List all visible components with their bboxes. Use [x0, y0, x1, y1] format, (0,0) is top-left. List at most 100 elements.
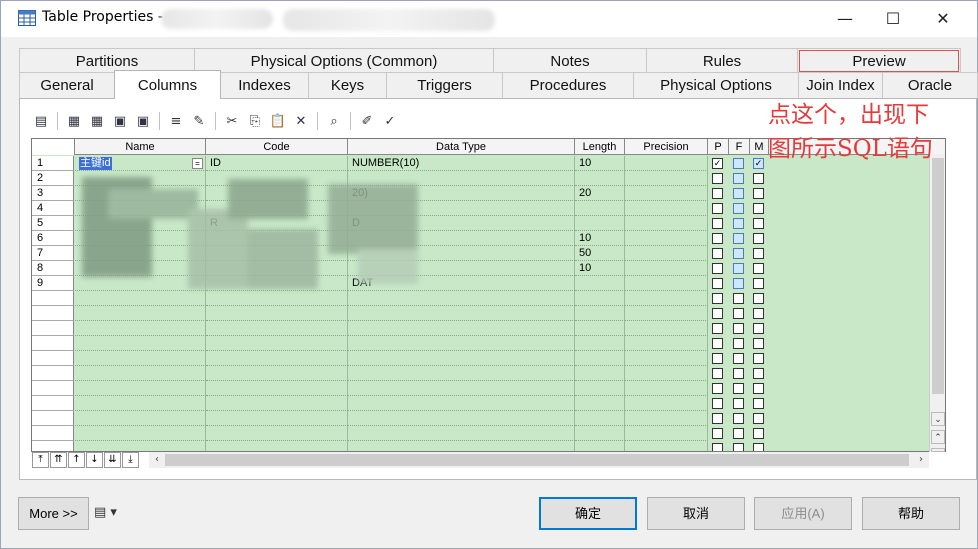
scroll-left-icon[interactable]: ‹ — [149, 452, 165, 468]
checkbox-m[interactable] — [753, 353, 764, 364]
row-number[interactable]: 8 — [32, 261, 74, 276]
cell-name[interactable] — [75, 291, 206, 306]
cell-length[interactable] — [575, 291, 625, 306]
checkbox-f[interactable] — [733, 293, 744, 304]
cell-name[interactable] — [75, 366, 206, 381]
tab-columns[interactable]: Columns — [114, 70, 221, 99]
row-number[interactable] — [32, 426, 74, 441]
checkbox-m[interactable] — [753, 263, 764, 274]
row-number[interactable]: 7 — [32, 246, 74, 261]
scroll-right-icon[interactable]: › — [913, 452, 929, 468]
checkbox-p[interactable] — [712, 203, 723, 214]
checkbox-p[interactable] — [712, 188, 723, 199]
cell-name[interactable] — [75, 381, 206, 396]
table-row[interactable] — [32, 396, 945, 411]
checkbox-p[interactable] — [712, 278, 723, 289]
cell-type[interactable] — [348, 441, 575, 451]
checkbox-p[interactable] — [712, 293, 723, 304]
cell-code[interactable] — [206, 366, 348, 381]
cell-precision[interactable] — [625, 216, 708, 231]
cell-precision[interactable] — [625, 156, 708, 171]
checkbox-f[interactable] — [733, 263, 744, 274]
cell-precision[interactable] — [625, 261, 708, 276]
checkbox-f[interactable] — [733, 368, 744, 379]
tab-triggers[interactable]: Triggers — [386, 72, 503, 98]
columns-grid[interactable]: Name Code Data Type Length Precision P F… — [31, 138, 946, 452]
checkbox-m[interactable] — [753, 173, 764, 184]
checkbox-m[interactable] — [753, 338, 764, 349]
checkbox-p[interactable] — [712, 248, 723, 259]
cell-type[interactable] — [348, 426, 575, 441]
row-number[interactable]: 3 — [32, 186, 74, 201]
tab-notes[interactable]: Notes — [493, 48, 647, 74]
vertical-scroll-thumb[interactable] — [932, 158, 944, 394]
table-row[interactable] — [32, 381, 945, 396]
checkbox-f[interactable] — [733, 428, 744, 439]
cell-precision[interactable] — [625, 351, 708, 366]
cell-length[interactable] — [575, 381, 625, 396]
cell-length[interactable] — [575, 426, 625, 441]
table-row[interactable] — [32, 336, 945, 351]
checkbox-p[interactable] — [712, 233, 723, 244]
cell-length[interactable] — [575, 336, 625, 351]
cell-precision[interactable] — [625, 366, 708, 381]
tab-physical-options-common[interactable]: Physical Options (Common) — [194, 48, 494, 74]
cell-precision[interactable] — [625, 441, 708, 451]
move-page-down-icon[interactable]: ⇊ — [104, 452, 121, 468]
cell-code[interactable] — [206, 321, 348, 336]
cell-name[interactable] — [75, 351, 206, 366]
checkbox-m[interactable] — [753, 383, 764, 394]
cell-type[interactable] — [348, 396, 575, 411]
checkbox-f[interactable] — [733, 338, 744, 349]
cell-precision[interactable] — [625, 246, 708, 261]
table-row[interactable] — [32, 321, 945, 336]
cell-precision[interactable] — [625, 396, 708, 411]
cell-length[interactable] — [575, 321, 625, 336]
header-precision[interactable]: Precision — [625, 139, 708, 155]
cell-precision[interactable] — [625, 291, 708, 306]
table-row[interactable] — [32, 441, 945, 451]
move-bottom-icon[interactable]: ⤓ — [122, 452, 139, 468]
row-number[interactable] — [32, 441, 74, 451]
table-row[interactable] — [32, 411, 945, 426]
cell-length[interactable]: 20 — [575, 186, 625, 201]
checkbox-m[interactable] — [753, 218, 764, 229]
table-row[interactable] — [32, 291, 945, 306]
row-number[interactable] — [32, 396, 74, 411]
ok-button[interactable]: 确定 — [539, 497, 637, 530]
title-bar[interactable]: Table Properties - — ☐ ✕ — [1, 1, 977, 37]
maximize-button[interactable]: ☐ — [869, 1, 917, 35]
cell-code[interactable] — [206, 351, 348, 366]
cell-length[interactable] — [575, 216, 625, 231]
checkbox-p[interactable] — [712, 218, 723, 229]
tab-indexes[interactable]: Indexes — [220, 72, 309, 98]
cell-length[interactable]: 10 — [575, 261, 625, 276]
vertical-scrollbar[interactable]: ⌄ ⌃ — [929, 154, 945, 452]
insert-row-icon[interactable]: ▦ — [87, 111, 107, 131]
edit-icon[interactable]: ✐ — [357, 111, 377, 131]
row-number[interactable]: 2 — [32, 171, 74, 186]
print-menu-icon[interactable]: ▤ ▾ — [94, 503, 130, 523]
checkbox-m[interactable] — [753, 188, 764, 199]
cell-name[interactable] — [75, 396, 206, 411]
checkbox-m[interactable] — [753, 413, 764, 424]
cell-name[interactable] — [75, 411, 206, 426]
cell-length[interactable] — [575, 396, 625, 411]
checkbox-m[interactable] — [753, 278, 764, 289]
checkbox-p[interactable]: ✓ — [712, 158, 723, 169]
scroll-up-icon[interactable]: ⌃ — [931, 430, 945, 444]
row-number[interactable] — [32, 291, 74, 306]
header-data-type[interactable]: Data Type — [348, 139, 575, 155]
tab-general[interactable]: General — [19, 72, 115, 98]
cell-code[interactable] — [206, 411, 348, 426]
cell-precision[interactable] — [625, 411, 708, 426]
checkbox-m[interactable] — [753, 443, 764, 451]
help-button[interactable]: 帮助 — [862, 497, 960, 530]
checkbox-p[interactable] — [712, 383, 723, 394]
tab-keys[interactable]: Keys — [308, 72, 387, 98]
checkbox-p[interactable] — [712, 263, 723, 274]
tab-physical-options[interactable]: Physical Options — [633, 72, 799, 98]
move-top-icon[interactable]: ⤒ — [32, 452, 49, 468]
checkbox-m[interactable] — [753, 398, 764, 409]
checkbox-f[interactable] — [733, 353, 744, 364]
